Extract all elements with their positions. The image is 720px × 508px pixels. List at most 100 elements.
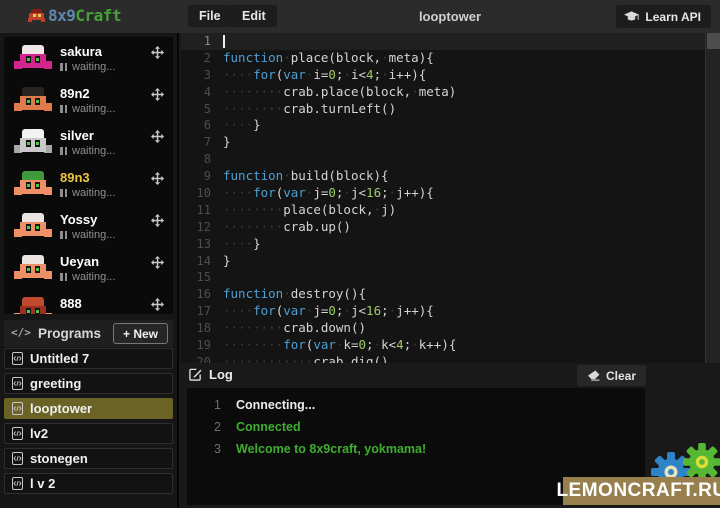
line-number: 6 <box>181 117 211 134</box>
code-line[interactable]: 4········crab.place(block,·meta) <box>181 84 720 101</box>
learn-api-button[interactable]: Learn API <box>616 5 711 28</box>
code-text: ····for(var·j=0;·j<16;·j++){ <box>223 185 434 202</box>
script-file-icon <box>12 452 23 465</box>
line-number: 2 <box>181 50 211 67</box>
code-line[interactable]: 1 <box>181 33 720 50</box>
line-number: 17 <box>181 303 211 320</box>
editor-scrollbar-track[interactable] <box>705 33 720 363</box>
player-status: waiting... <box>60 229 115 241</box>
code-line[interactable]: 6····} <box>181 117 720 134</box>
line-number: 5 <box>181 101 211 118</box>
code-line[interactable]: 2function·place(block,·meta){ <box>181 50 720 67</box>
player-avatar <box>15 45 51 74</box>
player-name: 89n3 <box>60 170 90 185</box>
move-player-icon[interactable] <box>151 130 164 143</box>
player-status: waiting... <box>60 187 115 199</box>
player-avatar <box>15 87 51 116</box>
new-program-button[interactable]: + New <box>113 323 168 344</box>
editor-scrollbar-thumb[interactable] <box>707 33 720 49</box>
player-row[interactable]: 89n2waiting... <box>4 79 173 121</box>
code-icon: </> <box>11 326 31 339</box>
pause-icon <box>60 189 67 197</box>
code-text: ········crab.down() <box>223 320 366 337</box>
code-line[interactable]: 19········for(var·k=0;·k<4;·k++){ <box>181 337 720 354</box>
player-row[interactable]: Yossywaiting... <box>4 205 173 247</box>
script-file-icon <box>12 427 23 440</box>
line-number: 3 <box>181 67 211 84</box>
log-header: Log Clear <box>181 363 720 388</box>
log-title: Log <box>189 367 233 382</box>
line-number: 1 <box>181 33 211 50</box>
code-line[interactable]: 5········crab.turnLeft() <box>181 101 720 118</box>
edit-note-icon <box>189 368 202 381</box>
watermark: LEMONCRAFT.RU <box>563 477 720 505</box>
code-line[interactable]: 9function·build(block){ <box>181 168 720 185</box>
move-player-icon[interactable] <box>151 256 164 269</box>
code-text: } <box>223 134 231 151</box>
sidebar: sakurawaiting...89n2waiting...silverwait… <box>0 33 179 508</box>
graduation-cap-icon <box>624 11 639 23</box>
code-line[interactable]: 17 ····for(var·j=0;·j<16;·j++){ <box>181 303 720 320</box>
log-line-number: 2 <box>187 419 221 441</box>
code-line[interactable]: 8 <box>181 151 720 168</box>
program-item[interactable]: l v 2 <box>4 473 173 494</box>
player-row[interactable]: Ueyan waiting... <box>4 247 173 289</box>
log-message: Connected <box>236 419 301 441</box>
player-avatar <box>15 129 51 158</box>
pause-icon <box>60 147 67 155</box>
move-player-icon[interactable] <box>151 88 164 101</box>
line-number: 18 <box>181 320 211 337</box>
player-row[interactable]: 89n3 waiting... <box>4 163 173 205</box>
code-line[interactable]: 18 ········crab.down() <box>181 320 720 337</box>
player-name: silver <box>60 128 94 143</box>
top-bar: 8x9Craft File Edit looptower Learn API <box>0 0 720 33</box>
code-line[interactable]: 10····for(var·j=0;·j<16;·j++){ <box>181 185 720 202</box>
clear-log-button[interactable]: Clear <box>577 365 646 386</box>
player-row[interactable]: 888 waiting... <box>4 289 173 314</box>
move-player-icon[interactable] <box>151 298 164 311</box>
move-player-icon[interactable] <box>151 46 164 59</box>
text-cursor <box>223 35 225 48</box>
program-item[interactable]: stonegen <box>4 448 173 469</box>
script-file-icon <box>12 352 23 365</box>
log-message: Welcome to 8x9craft, yokmama! <box>236 441 426 463</box>
code-line[interactable]: 7} <box>181 134 720 151</box>
code-text: ····for(var·j=0;·j<16;·j++){ <box>223 303 434 320</box>
player-status: waiting... <box>60 61 115 73</box>
program-item[interactable]: lv2 <box>4 423 173 444</box>
player-row[interactable]: silverwaiting... <box>4 121 173 163</box>
code-line[interactable]: 11········place(block,·j) <box>181 202 720 219</box>
log-entry: 3 Welcome to 8x9craft, yokmama! <box>187 441 645 463</box>
pause-icon <box>60 231 67 239</box>
code-line[interactable]: 13····} <box>181 236 720 253</box>
code-line[interactable]: 20············crab.dig() <box>181 354 720 363</box>
line-number: 15 <box>181 269 211 286</box>
move-player-icon[interactable] <box>151 172 164 185</box>
code-line[interactable]: 12 ········crab.up() <box>181 219 720 236</box>
player-status: waiting... <box>60 313 115 314</box>
app-logo: 8x9Craft <box>28 6 121 25</box>
player-name: Ueyan <box>60 254 99 269</box>
line-number: 11 <box>181 202 211 219</box>
move-player-icon[interactable] <box>151 214 164 227</box>
log-line-number: 3 <box>187 441 221 463</box>
code-text: function·destroy(){ <box>223 286 366 303</box>
code-line[interactable]: 16function·destroy(){ <box>181 286 720 303</box>
line-number: 12 <box>181 219 211 236</box>
line-number: 19 <box>181 337 211 354</box>
code-editor[interactable]: 12function·place(block,·meta){3····for(v… <box>181 33 720 363</box>
player-avatar <box>15 297 51 314</box>
programs-header: </> Programs + New <box>4 320 173 347</box>
code-line[interactable]: 15 <box>181 269 720 286</box>
player-status: waiting... <box>60 271 115 283</box>
player-row[interactable]: sakurawaiting... <box>4 37 173 79</box>
code-line[interactable]: 14} <box>181 253 720 270</box>
program-item[interactable]: greeting <box>4 373 173 394</box>
code-line[interactable]: 3····for(var·i=0;·i<4;·i++){ <box>181 67 720 84</box>
program-item[interactable]: looptower <box>4 398 173 419</box>
code-text: ········crab.up() <box>223 219 351 236</box>
program-name: Untitled 7 <box>30 351 89 366</box>
player-name: 888 <box>60 296 82 311</box>
line-number: 13 <box>181 236 211 253</box>
program-item[interactable]: Untitled 7 <box>4 348 173 369</box>
